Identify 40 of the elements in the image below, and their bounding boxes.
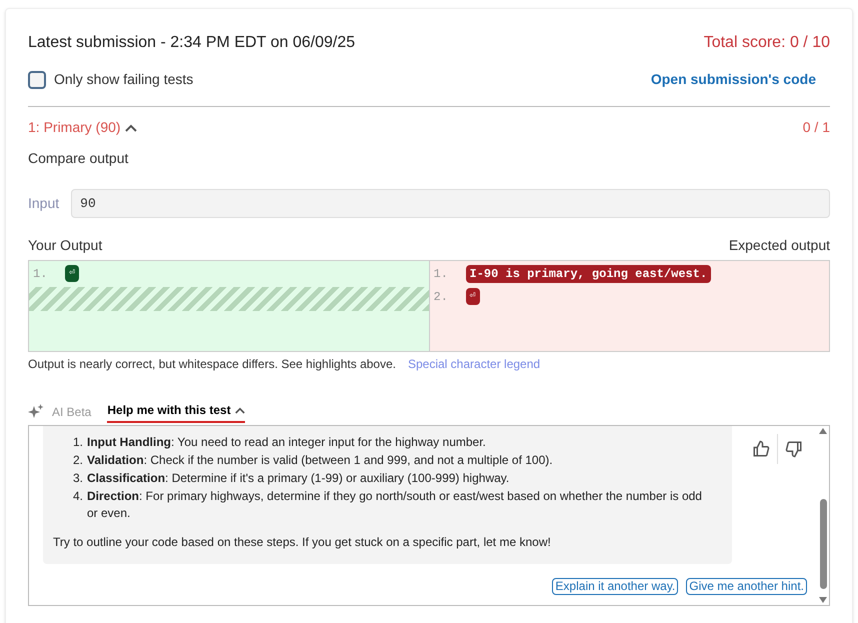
legend-link[interactable]: Special character legend	[408, 355, 540, 373]
scroll-down-icon[interactable]	[819, 597, 827, 603]
submission-title: Latest submission - 2:34 PM EDT on 06/09/25	[28, 33, 355, 53]
thumbs-up-icon[interactable]	[752, 440, 770, 458]
step-number: 4.	[73, 488, 84, 505]
line-number: 1.	[33, 266, 48, 282]
line-number: 2.	[434, 288, 449, 304]
ai-beta-label: AI Beta	[52, 404, 92, 421]
output-label: Your Output	[28, 236, 102, 255]
total-score: Total score: 0 / 10	[704, 33, 830, 53]
checkbox-label: Only show failing tests	[54, 70, 194, 89]
step-text: Classification: Determine if it's a primary (1-99) or auxiliary (100-999) highway.	[87, 470, 510, 487]
test-score: 0 / 1	[802, 118, 830, 137]
test-type: Compare output	[28, 149, 130, 168]
step-number: 1.	[73, 434, 84, 451]
closing-message: Try to outline your code based on these steps. If you get stuck on a specific part, let me know!	[53, 534, 552, 551]
open-code-link[interactable]: Open submission's code	[650, 69, 816, 90]
output-text: I-90 is primary, going east/west.	[466, 264, 712, 282]
step-number: 2.	[73, 452, 84, 469]
newline-marker: ⏎	[466, 288, 480, 305]
suggestion-button[interactable]: Give me another hint.	[686, 578, 807, 595]
step-text: Input Handling: You need to read an integer input for the highway number.	[87, 434, 487, 451]
thumbs-down-icon[interactable]	[785, 440, 803, 458]
output-label: Expected output	[728, 236, 830, 255]
sparkle-icon	[28, 404, 44, 420]
input-field: 90	[71, 189, 830, 218]
line-number: 1.	[434, 266, 449, 282]
step-text: Direction: For primary highways, determine if they go north/south or east/west based on whether the number is odd or even.	[87, 488, 703, 522]
input-label: Input	[28, 194, 60, 213]
scrollbar-thumb[interactable]	[820, 498, 826, 588]
checkbox[interactable]	[28, 70, 46, 88]
help-tab[interactable]: Help me with this test	[107, 401, 245, 423]
scrollbar[interactable]	[817, 426, 829, 605]
test-toggle[interactable]: 1: Primary (90)	[28, 117, 137, 138]
newline-marker: ⏎	[65, 265, 79, 282]
step-number: 3.	[73, 470, 84, 487]
whitespace-note: Output is nearly correct, but whitespace differs. See highlights above.	[28, 356, 396, 373]
scroll-up-icon[interactable]	[819, 428, 827, 434]
step-text: Validation: Check if the number is valid (between 1 and 999, and not a multiple of 100).	[87, 452, 554, 469]
suggestion-button[interactable]: Explain it another way.	[552, 578, 678, 595]
